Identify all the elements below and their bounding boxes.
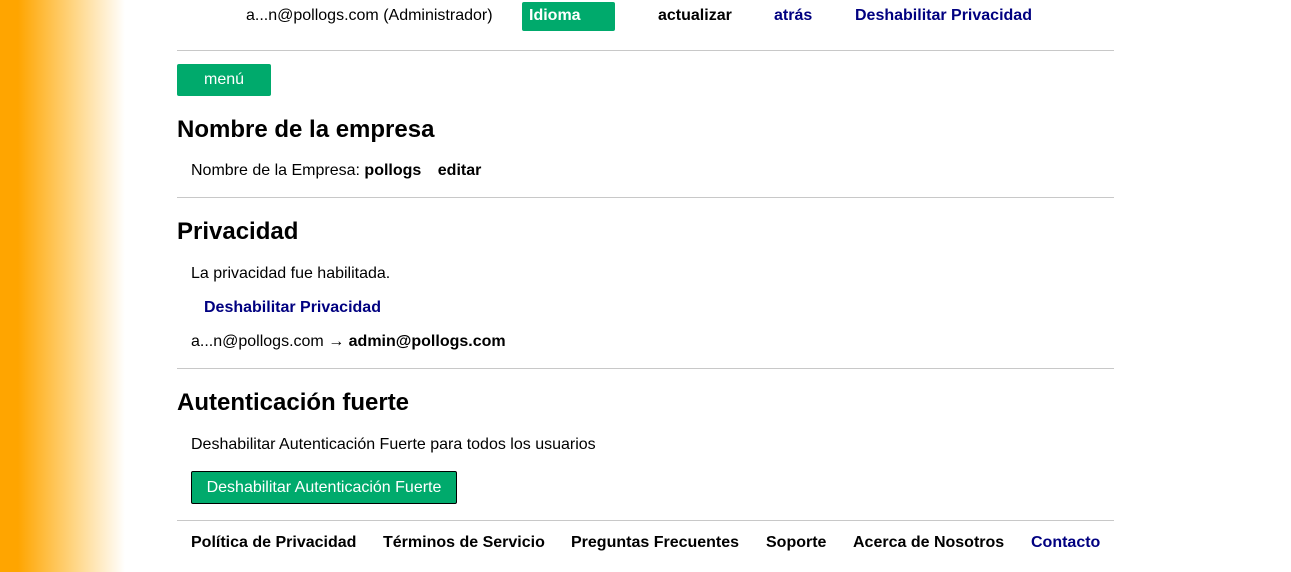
divider	[177, 197, 1114, 198]
language-button[interactable]: Idioma	[522, 2, 615, 31]
footer-link-privacy-policy[interactable]: Política de Privacidad	[191, 533, 356, 553]
side-gradient-decoration	[0, 0, 125, 572]
strong-auth-heading: Autenticación fuerte	[177, 389, 410, 416]
footer-link-about[interactable]: Acerca de Nosotros	[853, 533, 1004, 553]
edit-company-link[interactable]: editar	[438, 162, 482, 179]
refresh-link[interactable]: actualizar	[658, 6, 732, 26]
company-value: pollogs	[364, 162, 422, 179]
masked-email: a...n@pollogs.com	[191, 333, 324, 350]
company-heading: Nombre de la empresa	[177, 116, 435, 143]
footer-link-contact[interactable]: Contacto	[1031, 533, 1100, 553]
privacy-status: La privacidad fue habilitada.	[191, 265, 391, 282]
footer-link-terms[interactable]: Términos de Servicio	[383, 533, 545, 553]
company-row: Nombre de la Empresa: pollogs editar	[191, 161, 481, 181]
back-link[interactable]: atrás	[774, 6, 812, 26]
footer: Política de Privacidad Términos de Servi…	[177, 533, 1114, 555]
divider	[177, 368, 1114, 369]
disable-privacy-top-link[interactable]: Deshabilitar Privacidad	[855, 6, 1032, 26]
strong-auth-description: Deshabilitar Autenticación Fuerte para t…	[191, 436, 596, 453]
top-bar: a...n@pollogs.com (Administrador) Idioma…	[177, 0, 1114, 51]
arrow-icon: →	[328, 333, 345, 350]
full-email: admin@pollogs.com	[348, 333, 506, 350]
footer-link-faq[interactable]: Preguntas Frecuentes	[571, 533, 739, 553]
email-mapping: a...n@pollogs.com → admin@pollogs.com	[191, 332, 506, 352]
company-label: Nombre de la Empresa:	[191, 162, 360, 179]
disable-strong-auth-button[interactable]: Deshabilitar Autenticación Fuerte	[191, 471, 457, 504]
disable-privacy-link[interactable]: Deshabilitar Privacidad	[204, 298, 381, 318]
privacy-heading: Privacidad	[177, 218, 299, 245]
divider	[177, 520, 1114, 521]
menu-button[interactable]: menú	[177, 64, 271, 96]
user-label: a...n@pollogs.com (Administrador)	[246, 7, 493, 24]
footer-link-support[interactable]: Soporte	[766, 533, 826, 553]
main-content: a...n@pollogs.com (Administrador) Idioma…	[177, 0, 1114, 551]
